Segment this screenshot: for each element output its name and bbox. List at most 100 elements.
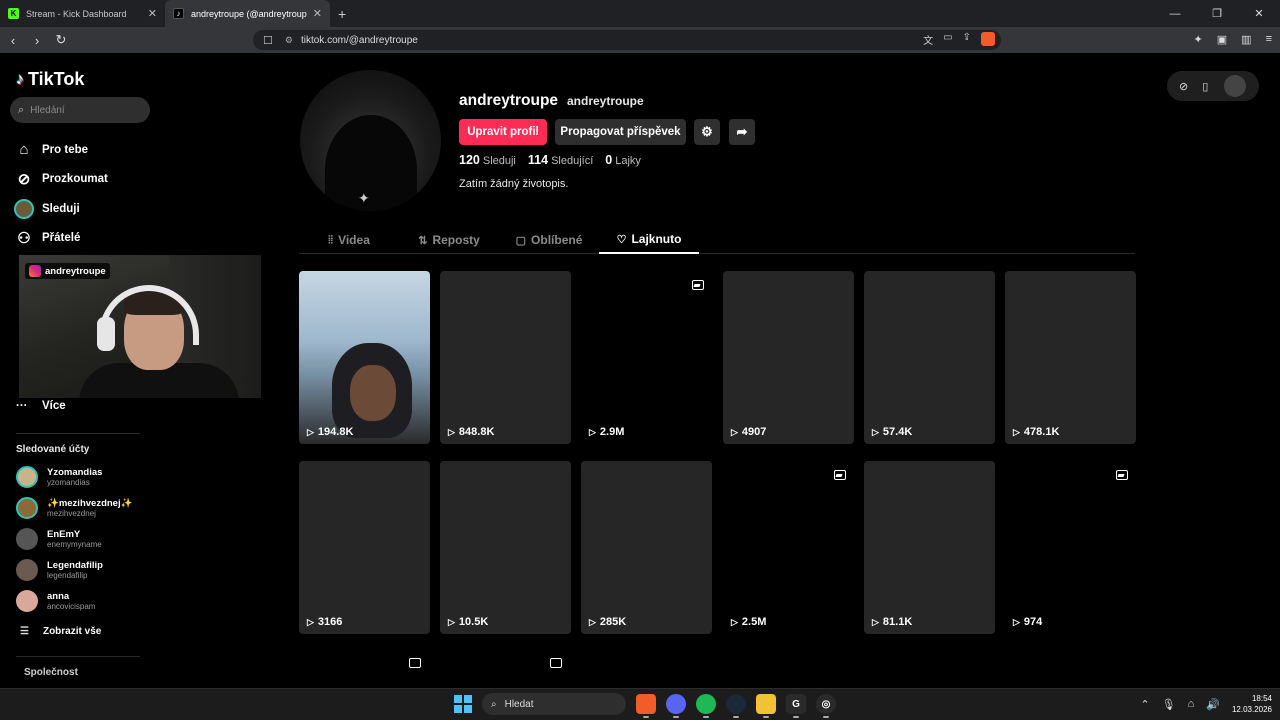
view-count: ▷ 194.8K xyxy=(307,426,353,438)
brave-browser-icon[interactable] xyxy=(636,694,656,718)
promote-post-button[interactable]: Propagovat příspěvek xyxy=(555,119,686,145)
followed-account[interactable]: EnEmY enemymyname xyxy=(16,528,102,550)
avatar xyxy=(16,466,38,488)
chevron-up-icon[interactable]: ⌃ xyxy=(1140,698,1149,711)
spotify-icon[interactable] xyxy=(696,694,716,718)
view-count: ▷ 2.9M xyxy=(589,426,624,438)
wallet-icon[interactable]: ▣ xyxy=(1217,33,1227,46)
bookmark-icon[interactable]: ☐ xyxy=(263,34,273,47)
nav-explore[interactable]: ⊘ Prozkoumat xyxy=(14,165,108,195)
video-card[interactable]: ▷ 4907 xyxy=(723,271,854,444)
view-count-text: 10.5K xyxy=(458,616,489,628)
steam-icon[interactable] xyxy=(726,694,746,718)
microphone-icon[interactable]: 🎙 xyxy=(1162,698,1176,711)
share-profile-button[interactable]: ➦ xyxy=(729,119,755,145)
video-card[interactable]: ▷ 3166 xyxy=(299,461,430,634)
view-count: ▷ 10.5K xyxy=(448,616,488,628)
view-count-text: 2.5M xyxy=(741,616,767,628)
edit-profile-button[interactable]: Upravit profil xyxy=(459,119,547,145)
close-tab-icon[interactable]: ✕ xyxy=(148,7,157,20)
network-icon[interactable]: ⌂ xyxy=(1188,698,1195,710)
account-name: ✨mezihvezdnej✨ xyxy=(47,497,133,509)
windows-start-icon[interactable] xyxy=(454,695,472,713)
brave-shields-icon[interactable] xyxy=(981,32,995,46)
play-icon: ▷ xyxy=(448,616,455,627)
minimize-icon[interactable]: — xyxy=(1154,0,1196,27)
clock[interactable]: 18:54 12.03.2026 xyxy=(1232,693,1272,715)
address-bar[interactable]: ☐ ⚙ tiktok.com/@andreytroupe 文 ▭ ⇪ xyxy=(253,30,1001,50)
tab-videos[interactable]: ⦙⦙ Videa xyxy=(299,226,399,254)
followed-account[interactable]: Yzomandias yzomandias xyxy=(16,466,102,488)
site-info-icon[interactable]: ⚙ xyxy=(285,35,293,46)
settings-button[interactable]: ⚙ xyxy=(694,119,720,145)
avatar[interactable] xyxy=(1224,75,1247,97)
avatar-figure xyxy=(325,115,417,211)
app-icon[interactable]: G xyxy=(786,694,806,718)
sidebar-toggle-icon[interactable]: ▥ xyxy=(1241,33,1251,46)
thumbnail-face xyxy=(350,365,396,421)
video-card[interactable]: ▷ 478.1K xyxy=(1005,271,1136,444)
address-bar-actions: 文 ▭ ⇪ xyxy=(923,32,995,47)
home-icon: ⌂ xyxy=(19,141,29,159)
translate-icon[interactable]: 文 xyxy=(923,32,933,47)
video-card[interactable]: ▷ 81.1K xyxy=(864,461,995,634)
followers-stat[interactable]: 114 Sledující xyxy=(528,153,593,167)
tab-liked[interactable]: ♡ Lajknuto xyxy=(599,226,699,254)
video-card[interactable]: ▷ 974 xyxy=(1005,461,1136,634)
search-input[interactable]: ⌕ Hledání xyxy=(10,97,150,123)
forward-icon[interactable]: › xyxy=(26,33,48,48)
kick-favicon-icon: K xyxy=(8,8,19,19)
cast-icon[interactable]: ▭ xyxy=(943,32,952,47)
new-tab-button[interactable]: + xyxy=(338,6,346,22)
account-username: mezihvezdnej xyxy=(47,508,96,518)
share-icon[interactable]: ⇪ xyxy=(963,32,971,47)
followed-account[interactable]: Legendafilip legendafilip xyxy=(16,559,103,581)
obs-icon[interactable]: ◎ xyxy=(816,694,836,718)
video-card[interactable]: ▷ 848.8K xyxy=(440,271,571,444)
restore-icon[interactable]: ❐ xyxy=(1196,0,1238,27)
video-card[interactable]: ▷ 285K xyxy=(581,461,712,634)
coins-icon[interactable]: ⊘ xyxy=(1179,80,1188,93)
tab-tiktok-profile[interactable]: ♪ andreytroupe (@andreytroupe) | ✕ xyxy=(165,0,330,27)
reload-icon[interactable]: ↻ xyxy=(50,32,72,48)
profile-avatar[interactable]: ✦ xyxy=(300,70,441,211)
close-tab-icon[interactable]: ✕ xyxy=(313,7,322,20)
repost-icon: ⇅ xyxy=(418,234,428,247)
nav-for-you[interactable]: ⌂ Pro tebe xyxy=(14,135,108,165)
followed-account[interactable]: anna ancovicispam xyxy=(16,590,95,612)
video-card[interactable]: ▷ 2.5M xyxy=(723,461,854,634)
back-icon[interactable]: ‹ xyxy=(2,33,24,48)
avatar xyxy=(16,559,38,581)
webcam-name-tag: andreytroupe xyxy=(25,263,110,279)
view-count-text: 194.8K xyxy=(317,426,354,438)
phone-icon[interactable]: ▯ xyxy=(1202,80,1208,93)
tab-kick-dashboard[interactable]: K Stream - Kick Dashboard ✕ xyxy=(0,0,165,27)
close-window-icon[interactable]: ✕ xyxy=(1238,0,1280,27)
followed-account[interactable]: ✨mezihvezdnej✨ mezihvezdnej xyxy=(16,497,132,519)
nav-more[interactable]: ··· Více xyxy=(16,400,66,412)
tiktok-favicon-icon: ♪ xyxy=(173,8,184,19)
volume-icon[interactable]: 🔊 xyxy=(1206,698,1220,711)
taskbar-search[interactable]: ⌕ Hledat xyxy=(482,693,626,715)
video-card[interactable]: ▷ 57.4K xyxy=(864,271,995,444)
tab-favorites[interactable]: ▢ Oblíbené xyxy=(499,226,599,254)
company-link[interactable]: Společnost xyxy=(24,667,78,678)
account-username: ancovicispam xyxy=(47,601,96,611)
video-card[interactable]: ▷ 2.9M xyxy=(581,271,712,444)
extensions-icon[interactable]: ✦ xyxy=(1194,33,1203,46)
video-card[interactable]: ▷ 194.8K xyxy=(299,271,430,444)
video-card[interactable]: ▷ 10.5K xyxy=(440,461,571,634)
nav-friends[interactable]: ⚇ Přátelé xyxy=(14,224,108,254)
nav-following[interactable]: Sleduji xyxy=(14,194,108,224)
following-stat[interactable]: 120 Sleduji xyxy=(459,153,516,167)
view-count: ▷ 974 xyxy=(1013,616,1042,628)
view-count-text: 478.1K xyxy=(1023,426,1060,438)
view-count-text: 81.1K xyxy=(882,616,913,628)
menu-icon[interactable]: ≡ xyxy=(1266,33,1272,46)
discord-icon[interactable] xyxy=(666,694,686,718)
search-placeholder: Hledání xyxy=(30,104,65,116)
tiktok-logo[interactable]: ♪ TikTok xyxy=(16,69,84,90)
tab-reposts[interactable]: ⇅ Reposty xyxy=(399,226,499,254)
file-explorer-icon[interactable] xyxy=(756,694,776,718)
show-all-following-button[interactable]: ☰ Zobrazit vše xyxy=(20,626,101,637)
